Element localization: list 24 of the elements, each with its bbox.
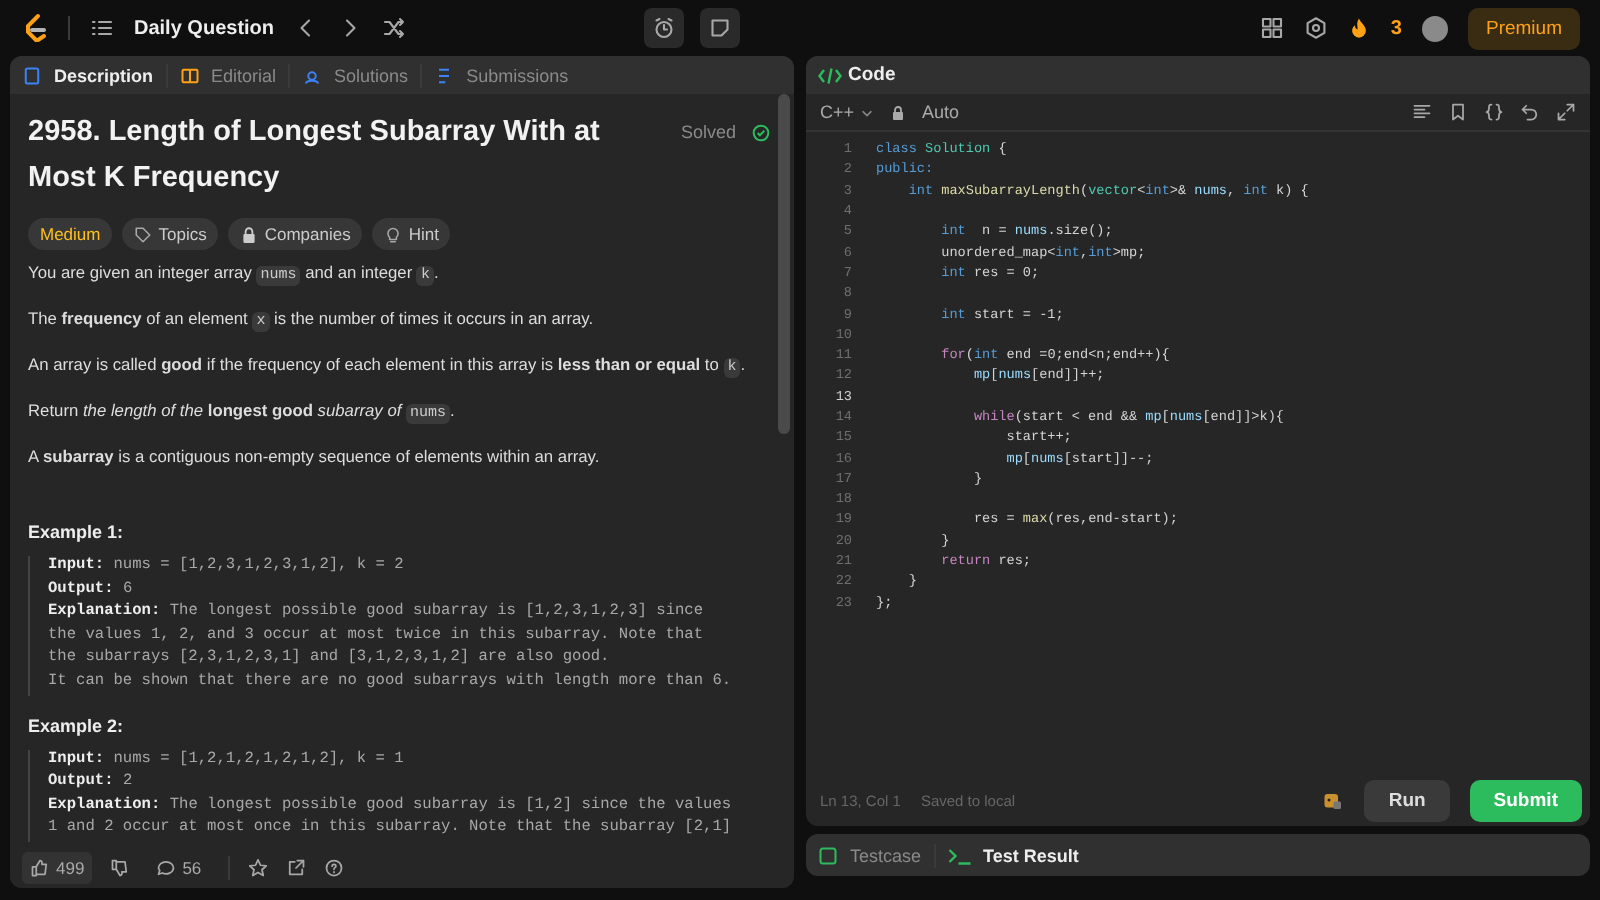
tag-button[interactable]: Topics: [122, 218, 219, 250]
panel-tab[interactable]: Editorial: [211, 65, 277, 85]
difficulty-badge[interactable]: Medium: [28, 218, 113, 250]
result-tab[interactable]: Test Result: [983, 845, 1079, 865]
daily-question-title[interactable]: Daily Question: [134, 17, 275, 39]
solved-status: Solved: [680, 122, 736, 142]
panel-tab[interactable]: Solutions: [334, 65, 409, 85]
panel-tab[interactable]: Description: [54, 65, 154, 85]
problem-title: 2958. Length of Longest Subarray With at Most K Frequency: [28, 114, 602, 198]
description-paragraph: A subarray is a contiguous non-empty sequence of elements within an array.: [28, 446, 602, 466]
comments-button[interactable]: 56: [148, 852, 210, 884]
panel-tab[interactable]: Submissions: [466, 65, 569, 85]
like-button[interactable]: 499: [22, 852, 93, 884]
premium-button[interactable]: Premium: [1467, 7, 1580, 49]
mode-label[interactable]: Auto: [922, 102, 960, 122]
example-heading: Example 2:: [28, 715, 126, 736]
result-tab[interactable]: Testcase: [850, 845, 922, 865]
code-panel-title: Code: [848, 64, 896, 86]
language-dropdown[interactable]: C++: [820, 102, 875, 122]
tag-button[interactable]: Companies: [228, 218, 363, 250]
run-button[interactable]: Run: [1364, 779, 1450, 821]
streak-count: 3: [1390, 17, 1402, 39]
tag-button[interactable]: Hint: [372, 218, 451, 250]
example-heading: Example 1:: [28, 522, 126, 542]
